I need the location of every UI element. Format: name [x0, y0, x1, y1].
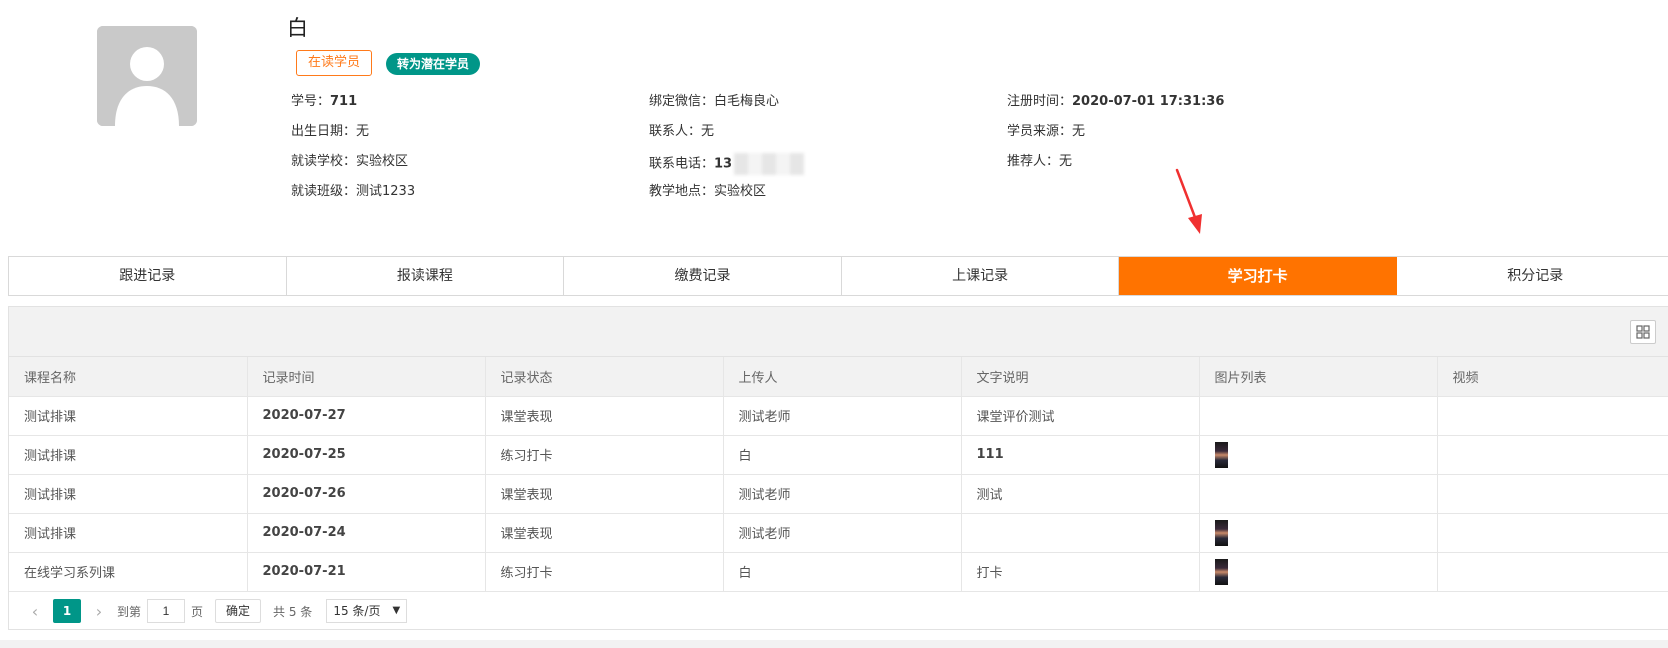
total-count: 共 5 条 [273, 604, 313, 619]
info-student-no: 学号：711 [291, 94, 358, 109]
cell-uploader: 白 [723, 435, 962, 475]
column-header[interactable]: 课程名称 [9, 357, 248, 397]
info-register-time: 注册时间：2020-07-01 17:31:36 [1007, 94, 1225, 109]
tab-class-records[interactable]: 上课记录 [841, 257, 1120, 295]
tab-enrolled-courses[interactable]: 报读课程 [286, 257, 565, 295]
cell-time: 2020-07-25 [247, 435, 486, 475]
image-thumbnail[interactable] [1214, 441, 1228, 468]
tab-payment-records[interactable]: 缴费记录 [564, 257, 842, 295]
table-row: 测试排课 2020-07-27 课堂表现 测试老师 课堂评价测试 [9, 396, 1668, 436]
cell-status: 练习打卡 [485, 435, 724, 475]
grid-columns-icon [1636, 325, 1650, 339]
column-header[interactable]: 视频 [1437, 357, 1668, 397]
info-contact: 联系人：无 [649, 124, 715, 139]
cell-images [1199, 513, 1438, 553]
cell-images [1199, 396, 1438, 436]
table-header-row: 课程名称 记录时间 记录状态 上传人 文字说明 图片列表 视频 [9, 357, 1668, 397]
page-number-current[interactable]: 1 [53, 599, 81, 623]
cell-images [1199, 474, 1438, 514]
column-header[interactable]: 图片列表 [1199, 357, 1438, 397]
tab-study-checkin[interactable]: 学习打卡 [1119, 257, 1397, 295]
info-source: 学员来源：无 [1007, 124, 1086, 139]
cell-video [1437, 435, 1668, 475]
column-header[interactable]: 上传人 [723, 357, 962, 397]
column-filter-button[interactable] [1630, 320, 1656, 344]
cell-video [1437, 552, 1668, 592]
table-row: 在线学习系列课 2020-07-21 练习打卡 白 打卡 [9, 552, 1668, 592]
info-wechat: 绑定微信：白毛梅良心 [649, 94, 780, 109]
cell-status: 课堂表现 [485, 474, 724, 514]
cell-status: 课堂表现 [485, 513, 724, 553]
cell-images [1199, 435, 1438, 475]
page-size-select[interactable]: 15 条/页 ▼ [326, 599, 408, 623]
cell-course: 测试排课 [9, 435, 248, 475]
cell-images [1199, 552, 1438, 592]
cell-text: 课堂评价测试 [961, 396, 1200, 436]
info-school: 就读学校：实验校区 [291, 154, 409, 169]
table-row: 测试排课 2020-07-25 练习打卡 白 111 [9, 435, 1668, 475]
cell-status: 练习打卡 [485, 552, 724, 592]
info-birthday: 出生日期：无 [291, 124, 370, 139]
user-silhouette-icon [97, 26, 197, 126]
cell-time: 2020-07-24 [247, 513, 486, 553]
goto-confirm-button[interactable]: 确定 [215, 599, 262, 623]
cell-text: 打卡 [961, 552, 1200, 592]
cell-video [1437, 474, 1668, 514]
convert-to-potential-button[interactable]: 转为潜在学员 [386, 53, 481, 75]
image-thumbnail[interactable] [1214, 519, 1228, 546]
goto-page-input[interactable] [147, 599, 186, 623]
avatar [97, 26, 197, 126]
info-class: 就读班级：测试1233 [291, 184, 416, 199]
status-badge: 在读学员 [296, 50, 373, 76]
cell-text [961, 513, 1200, 553]
caret-down-icon: ▼ [392, 605, 401, 616]
pagination: ‹ 1 › 到第 页 确定 共 5 条 15 条/页▼ [9, 592, 1668, 631]
cell-status: 课堂表现 [485, 396, 724, 436]
annotation-arrow-icon [1175, 168, 1202, 234]
image-thumbnail[interactable] [1214, 558, 1228, 585]
checkin-table: 课程名称 记录时间 记录状态 上传人 文字说明 图片列表 视频 测试排课 202… [9, 357, 1668, 592]
cell-time: 2020-07-21 [247, 552, 486, 592]
cell-text: 测试 [961, 474, 1200, 514]
prev-page-icon[interactable]: ‹ [23, 602, 47, 621]
next-page-icon[interactable]: › [87, 602, 111, 621]
cell-uploader: 测试老师 [723, 474, 962, 514]
cell-uploader: 测试老师 [723, 513, 962, 553]
cell-uploader: 测试老师 [723, 396, 962, 436]
info-location: 教学地点：实验校区 [649, 184, 767, 199]
student-name: 白 [287, 16, 308, 40]
column-header[interactable]: 文字说明 [961, 357, 1200, 397]
cell-course: 在线学习系列课 [9, 552, 248, 592]
table-toolbar [9, 307, 1668, 357]
checkin-table-panel: 课程名称 记录时间 记录状态 上传人 文字说明 图片列表 视频 测试排课 202… [8, 306, 1668, 630]
student-detail-page: 白 在读学员 转为潜在学员 学号：711 出生日期：无 就读学校：实验校区 就读… [0, 0, 1668, 640]
info-phone: 联系电话：13 [649, 153, 805, 175]
info-referrer: 推荐人：无 [1007, 154, 1073, 169]
cell-time: 2020-07-26 [247, 474, 486, 514]
table-row: 测试排课 2020-07-24 课堂表现 测试老师 [9, 513, 1668, 553]
cell-video [1437, 396, 1668, 436]
page-label: 页 [191, 604, 204, 619]
cell-video [1437, 513, 1668, 553]
cell-course: 测试排课 [9, 474, 248, 514]
cell-time: 2020-07-27 [247, 396, 486, 436]
tab-follow-up[interactable]: 跟进记录 [9, 257, 287, 295]
cell-course: 测试排课 [9, 396, 248, 436]
table-row: 测试排课 2020-07-26 课堂表现 测试老师 测试 [9, 474, 1668, 514]
tab-points-records[interactable]: 积分记录 [1396, 257, 1668, 295]
cell-text: 111 [961, 435, 1200, 475]
cell-uploader: 白 [723, 552, 962, 592]
cell-course: 测试排课 [9, 513, 248, 553]
goto-label: 到第 [117, 604, 142, 619]
record-tabs: 跟进记录 报读课程 缴费记录 上课记录 学习打卡 积分记录 [8, 256, 1668, 296]
phone-redacted [734, 153, 805, 175]
column-header[interactable]: 记录状态 [485, 357, 724, 397]
column-header[interactable]: 记录时间 [247, 357, 486, 397]
